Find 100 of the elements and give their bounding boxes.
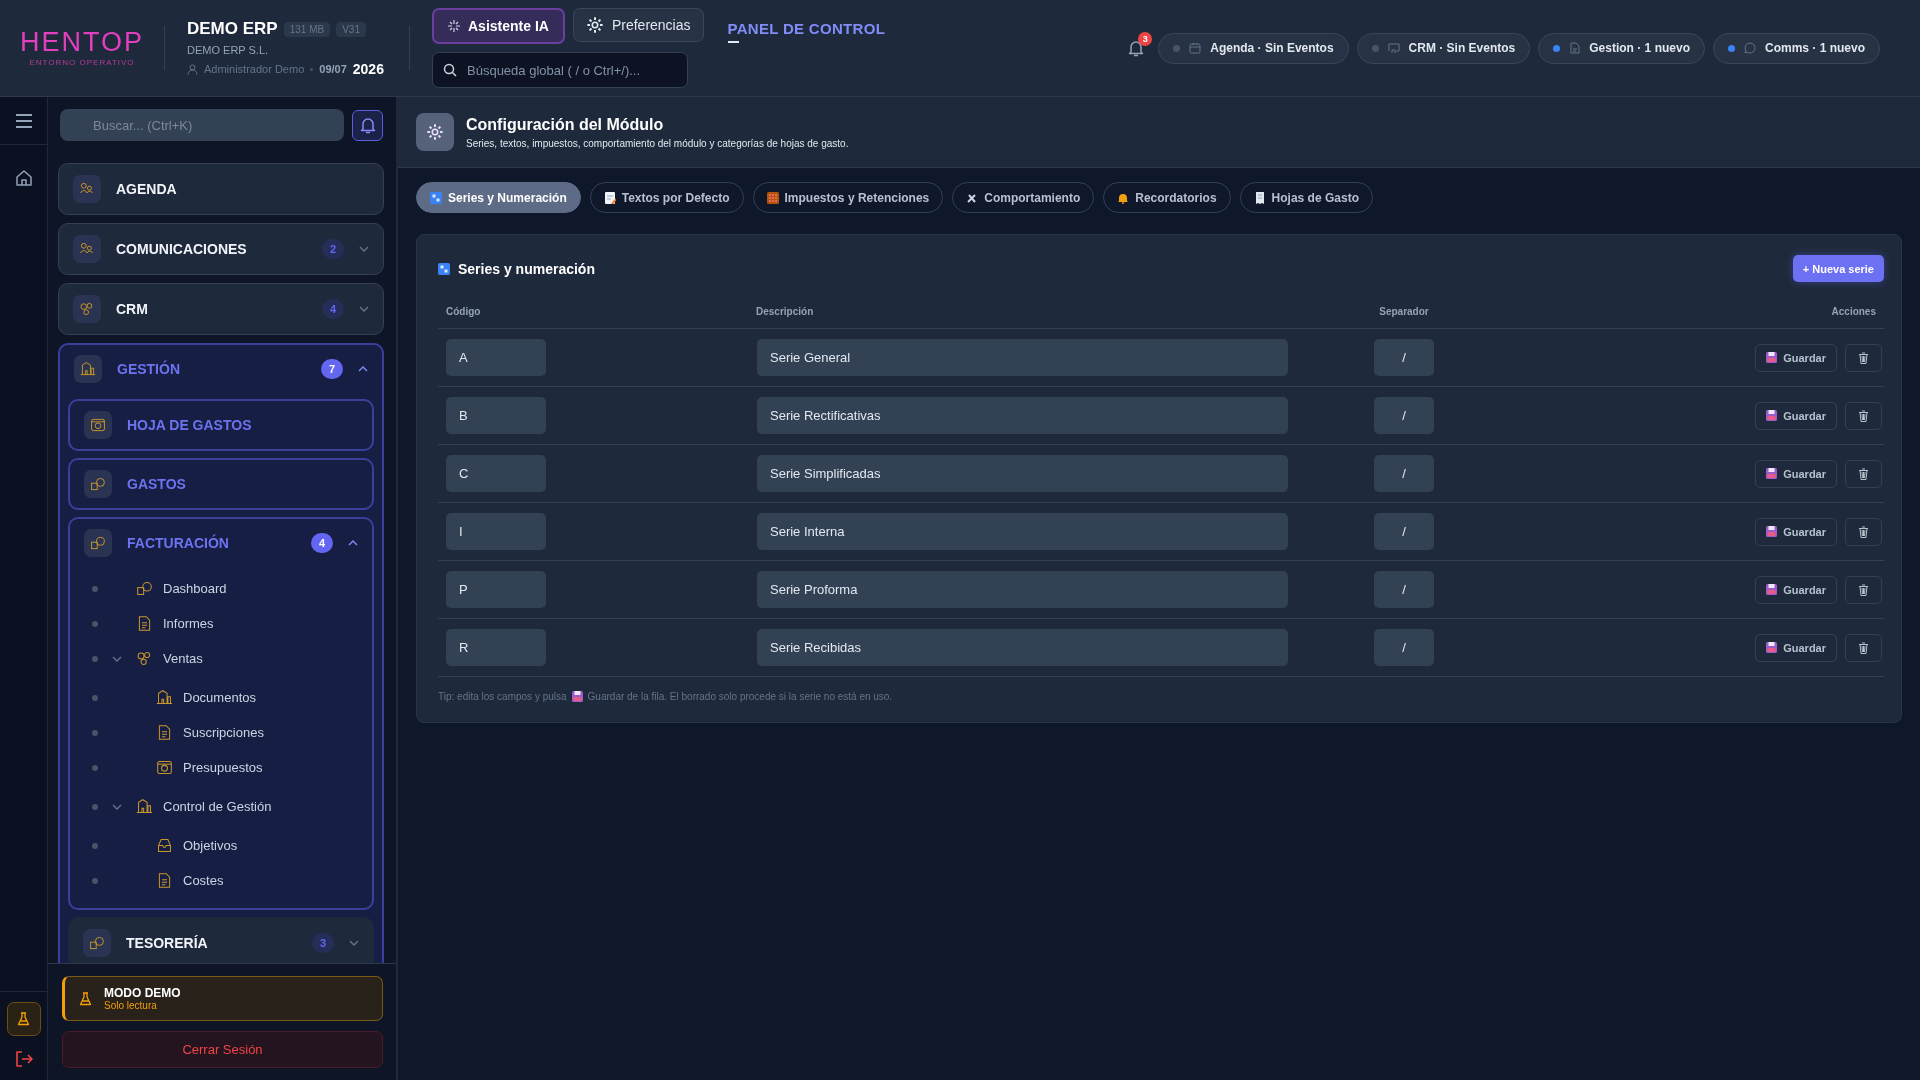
column-header: Descripción xyxy=(756,306,815,317)
description-field[interactable]: Serie Simplificadas xyxy=(757,455,1288,492)
demo-title: MODO DEMO xyxy=(104,986,181,1000)
save-button[interactable]: Guardar xyxy=(1755,459,1837,488)
tree-item[interactable]: Informes xyxy=(70,606,372,641)
code-field[interactable]: A xyxy=(446,339,546,376)
tree-label: Costes xyxy=(183,873,224,888)
separator-field[interactable]: / xyxy=(1374,513,1434,550)
save-button[interactable]: Guardar xyxy=(1755,517,1837,546)
save-button[interactable]: Guardar xyxy=(1755,633,1837,662)
code-field[interactable]: C xyxy=(446,455,546,492)
demo-mode-button[interactable] xyxy=(6,1002,41,1036)
tip-text: Guardar de la fila. El borrado solo procede si la serie no está en uso. xyxy=(587,691,893,702)
preferences-button[interactable]: Preferencias xyxy=(572,8,704,42)
menu-item[interactable]: FACTURACIÓN 4 Dashboard Informes Ventas Documentos Suscripciones Presupuestos Control de Gestión Objetivos Costes xyxy=(68,517,374,910)
separator-field[interactable]: / xyxy=(1374,629,1434,666)
separator-field[interactable]: / xyxy=(1374,455,1434,492)
alert-button[interactable] xyxy=(352,109,383,141)
chevron-down-icon[interactable] xyxy=(359,246,369,252)
save-button[interactable]: Guardar xyxy=(1755,401,1837,430)
trash-icon xyxy=(1858,351,1869,364)
menu-item[interactable]: CRM 4 xyxy=(58,283,384,335)
tree-item[interactable]: Presupuestos xyxy=(70,750,372,785)
delete-button[interactable] xyxy=(1845,575,1882,604)
menu-label: GASTOS xyxy=(127,476,187,492)
save-button[interactable]: Guardar xyxy=(1755,575,1837,604)
delete-button[interactable] xyxy=(1845,517,1882,546)
tree-label: Presupuestos xyxy=(183,760,263,775)
description-field[interactable]: Serie Interna xyxy=(757,513,1288,550)
page-subtitle: Series, textos, impuestos, comportamiento del módulo y categorías de hojas de gasto. xyxy=(466,137,849,149)
window-icon xyxy=(90,417,106,433)
delete-button[interactable] xyxy=(1845,633,1882,662)
menu-item[interactable]: AGENDA xyxy=(58,163,384,215)
delete-button[interactable] xyxy=(1845,401,1882,430)
status-pill[interactable]: CRM · Sin Eventos xyxy=(1356,32,1531,64)
tree-item[interactable]: Costes xyxy=(70,863,372,898)
tree-item[interactable]: Dashboard xyxy=(70,571,372,606)
code-field[interactable]: R xyxy=(446,629,546,666)
menu-label: AGENDA xyxy=(116,181,178,197)
description-field[interactable]: Serie Rectificativas xyxy=(757,397,1288,434)
code-field[interactable]: B xyxy=(446,397,546,434)
chevron-down-icon[interactable] xyxy=(112,655,122,662)
tree-item[interactable]: Objetivos xyxy=(70,828,372,863)
abacus-icon xyxy=(766,191,779,204)
menu-item[interactable]: GASTOS xyxy=(68,458,374,510)
description-field[interactable]: Serie General xyxy=(757,339,1288,376)
separator-field[interactable]: / xyxy=(1374,339,1434,376)
notification-icon[interactable] xyxy=(359,116,376,134)
memo-icon xyxy=(603,191,616,204)
chevron-up-icon[interactable] xyxy=(348,540,358,546)
chevron-down-icon[interactable] xyxy=(349,940,359,946)
status-pill[interactable]: Gestion · 1 nuevo xyxy=(1538,32,1705,64)
assistant-button[interactable]: Asistente IA xyxy=(432,8,565,44)
logout-button[interactable]: Cerrar Sesión xyxy=(62,1031,383,1068)
description-field[interactable]: Serie Recibidas xyxy=(757,629,1288,666)
search-box[interactable]: Búsqueda global ( / o Ctrl+/)... xyxy=(432,52,688,88)
delete-button[interactable] xyxy=(1845,459,1882,488)
tree-item[interactable]: Suscripciones xyxy=(70,715,372,750)
menu-item[interactable]: COMUNICACIONES 2 xyxy=(58,223,384,275)
building-icon xyxy=(80,361,96,377)
save-button[interactable]: Guardar xyxy=(1755,343,1837,372)
chevron-down-icon[interactable] xyxy=(112,803,122,810)
tree-item[interactable]: Documentos xyxy=(70,680,372,715)
status-pill[interactable]: Comms · 1 nuevo xyxy=(1712,32,1880,64)
tree-item[interactable]: Ventas xyxy=(70,641,372,676)
description-field[interactable]: Serie Proforma xyxy=(757,571,1288,608)
chevron-down-icon[interactable] xyxy=(359,306,369,312)
count-badge: 7 xyxy=(321,359,343,379)
nodes-icon xyxy=(136,650,153,667)
separator-field[interactable]: / xyxy=(1374,397,1434,434)
menu-item[interactable]: GESTIÓN 7 HOJA DE GASTOS GASTOS FACTURACIÓN 4 Dashboard Informes Ventas Documentos Suscripciones Presupuestos Control de Gestión Objetivos Costes TESORERÍA 3 xyxy=(58,343,384,963)
home-icon[interactable] xyxy=(14,169,33,187)
new-series-button[interactable]: + Nueva serie xyxy=(1792,255,1884,282)
delete-button[interactable] xyxy=(1845,343,1882,372)
menu-item[interactable]: TESORERÍA 3 xyxy=(68,917,374,963)
code-field[interactable]: P xyxy=(446,571,546,608)
menu-label: GESTIÓN xyxy=(117,361,181,377)
user-icon xyxy=(187,63,198,75)
page-title: Configuración del Módulo xyxy=(466,115,665,134)
search-field[interactable]: Búsqueda global ( / o Ctrl+/)... xyxy=(467,53,677,87)
date-text: 09/07 xyxy=(319,63,347,75)
menu-item[interactable]: HOJA DE GASTOS xyxy=(68,399,374,451)
chevron-up-icon[interactable] xyxy=(358,366,368,372)
demo-subtitle: Solo lectura xyxy=(104,1000,158,1011)
count-badge: 3 xyxy=(312,933,334,953)
trash-icon xyxy=(1858,409,1869,422)
menu-label: HOJA DE GASTOS xyxy=(127,417,253,433)
settings-icon xyxy=(585,16,604,34)
numbers-icon xyxy=(438,262,450,275)
tree-label: Informes xyxy=(163,616,214,631)
user-name: Administrador Demo xyxy=(204,63,305,75)
separator-field[interactable]: / xyxy=(1374,571,1434,608)
tab[interactable]: Series y Numeración xyxy=(416,182,581,213)
logout-icon[interactable] xyxy=(14,1050,33,1068)
status-pill[interactable]: Agenda · Sin Eventos xyxy=(1158,32,1349,64)
tree-item[interactable]: Control de Gestión xyxy=(70,789,372,824)
code-field[interactable]: I xyxy=(446,513,546,550)
notification-icon[interactable] xyxy=(1128,39,1145,57)
column-header: Acciones xyxy=(1830,306,1877,317)
menu-icon[interactable] xyxy=(14,113,33,128)
